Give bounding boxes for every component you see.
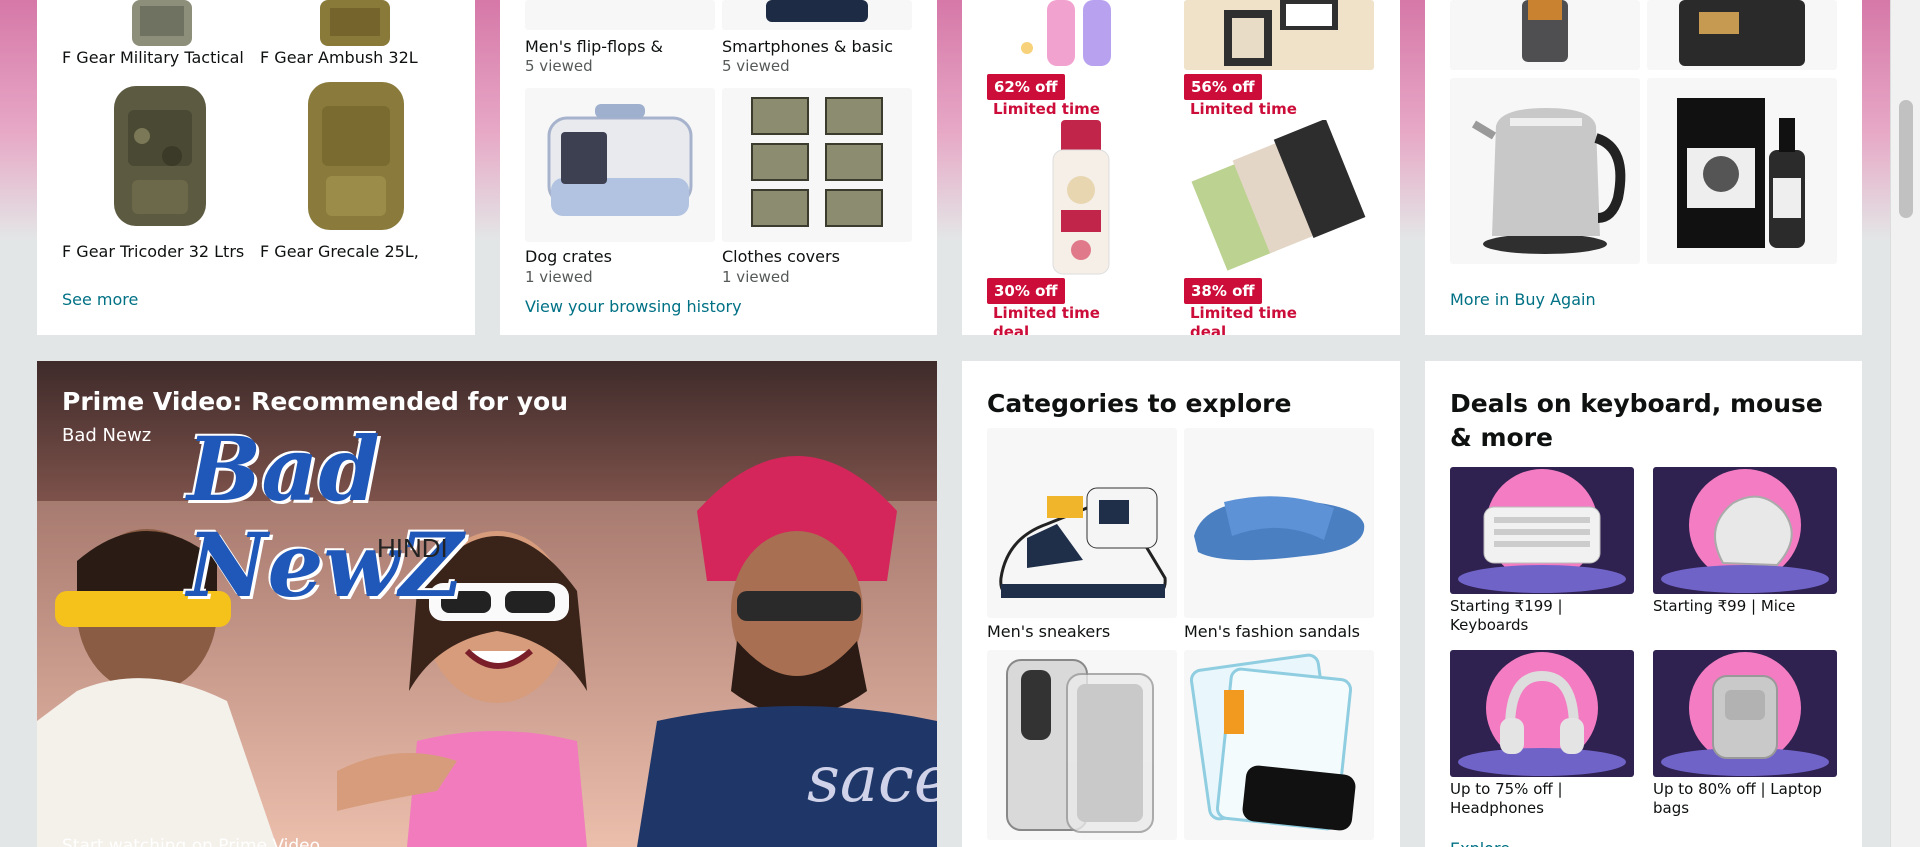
- deal-label[interactable]: Up to 75% off | Headphones: [1450, 780, 1620, 818]
- product-tile[interactable]: [62, 0, 252, 48]
- card-title: Categories to explore: [987, 389, 1292, 418]
- category-tile[interactable]: [1184, 428, 1374, 618]
- discount-badge: 56% off: [1184, 74, 1262, 100]
- category-name[interactable]: Men's flip-flops &: [525, 37, 715, 57]
- movie-logo: Bad NewZ HINDI: [187, 421, 627, 613]
- product-tile[interactable]: [1184, 0, 1374, 70]
- product-tile[interactable]: [1647, 0, 1837, 70]
- deal-tile[interactable]: [1450, 467, 1634, 594]
- view-count: 5 viewed: [525, 57, 593, 75]
- category-tile[interactable]: [987, 428, 1177, 618]
- product-tile[interactable]: [525, 88, 715, 242]
- card-title: Deals on keyboard, mouse & more: [1450, 389, 1823, 452]
- product-tile[interactable]: [987, 0, 1177, 70]
- product-tile[interactable]: [722, 0, 912, 30]
- category-name[interactable]: Smartphones & basic: [722, 37, 912, 57]
- discount-badge: 30% off: [987, 278, 1065, 304]
- category-name[interactable]: Men's sneakers: [987, 622, 1177, 642]
- prime-video-title: Prime Video: Recommended for you: [62, 387, 568, 416]
- buy-again-link[interactable]: More in Buy Again: [1450, 290, 1596, 310]
- category-tile[interactable]: [1184, 650, 1374, 840]
- product-tile[interactable]: [1184, 120, 1374, 276]
- movie-logo-title: Bad NewZ: [187, 417, 464, 617]
- category-tile[interactable]: [987, 650, 1177, 840]
- prime-video-subtitle[interactable]: Bad Newz: [62, 425, 151, 446]
- product-tile[interactable]: [260, 76, 450, 240]
- prime-video-banner[interactable]: sace Bad NewZ HINDI Prime Video: Recomme…: [37, 361, 937, 847]
- product-name[interactable]: F Gear Military Tactical: [62, 48, 252, 68]
- deal-tile[interactable]: [1653, 467, 1837, 594]
- product-tile[interactable]: [1450, 78, 1640, 264]
- view-count: 5 viewed: [722, 57, 790, 75]
- product-tile[interactable]: [722, 88, 912, 242]
- product-name[interactable]: F Gear Ambush 32L: [260, 48, 450, 68]
- deal-label: Limited time deal: [1190, 304, 1297, 335]
- browsing-history-card: Men's flip-flops & 5 viewed Smartphones …: [500, 0, 937, 335]
- backpacks-card: F Gear Military Tactical F Gear Ambush 3…: [37, 0, 475, 335]
- page-scrollbar[interactable]: [1890, 0, 1920, 847]
- product-tile[interactable]: [1647, 78, 1837, 264]
- product-tile[interactable]: [260, 0, 450, 48]
- deal-label[interactable]: Starting ₹99 | Mice: [1653, 597, 1837, 616]
- movie-logo-language: HINDI: [377, 533, 448, 563]
- deal-label: Limited time deal: [993, 304, 1100, 335]
- scrollbar-thumb[interactable]: [1899, 100, 1913, 218]
- discount-badge: 62% off: [987, 74, 1065, 100]
- product-tile[interactable]: [525, 0, 715, 30]
- deal-label[interactable]: Starting ₹199 | Keyboards: [1450, 597, 1634, 635]
- product-tile[interactable]: [987, 120, 1177, 276]
- see-more-link[interactable]: See more: [62, 290, 138, 310]
- deal-label[interactable]: Up to 80% off | Laptop bags: [1653, 780, 1823, 818]
- explore-link[interactable]: Explore: [1450, 839, 1510, 847]
- deal-row: 30% offLimited time deal: [987, 278, 1177, 335]
- prime-video-cta[interactable]: Start watching on Prime Video: [62, 836, 320, 847]
- product-tile[interactable]: [62, 76, 252, 240]
- view-count: 1 viewed: [525, 268, 593, 286]
- deal-tile[interactable]: [1653, 650, 1837, 777]
- product-name[interactable]: F Gear Grecale 25L,: [260, 242, 450, 262]
- deals-card: 62% off Limited time deal 56% off Limited …: [962, 0, 1400, 335]
- deal-tile[interactable]: [1450, 650, 1634, 777]
- buy-again-card: More in Buy Again: [1425, 0, 1862, 335]
- product-tile[interactable]: [1450, 0, 1640, 70]
- keyboard-deals-card: Deals on keyboard, mouse & more Starting…: [1425, 361, 1862, 847]
- browsing-history-link[interactable]: View your browsing history: [525, 297, 742, 317]
- discount-badge: 38% off: [1184, 278, 1262, 304]
- categories-card: Categories to explore Men's sneakers Men…: [962, 361, 1400, 847]
- category-name[interactable]: Dog crates: [525, 247, 715, 267]
- product-name[interactable]: F Gear Tricoder 32 Ltrs: [62, 242, 252, 262]
- svg-text:sace: sace: [807, 743, 937, 817]
- view-count: 1 viewed: [722, 268, 790, 286]
- category-name[interactable]: Men's fashion sandals: [1184, 622, 1374, 642]
- category-name[interactable]: Clothes covers: [722, 247, 912, 267]
- deal-row: 38% offLimited time deal: [1184, 278, 1374, 335]
